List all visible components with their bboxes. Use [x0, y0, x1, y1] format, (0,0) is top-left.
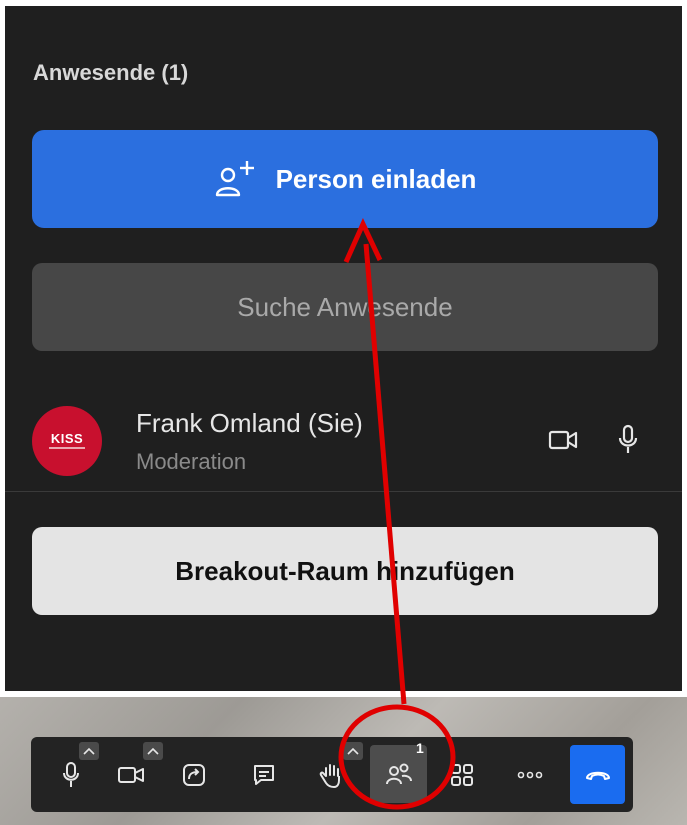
- toolbar-chat-button[interactable]: [238, 749, 290, 801]
- avatar-logo: KISS: [50, 430, 84, 446]
- participant-role: Moderation: [136, 449, 247, 474]
- participants-count-badge: 1: [416, 740, 424, 756]
- toolbar-more-button[interactable]: [504, 749, 556, 801]
- participant-name: Frank Omland (Sie): [136, 408, 363, 438]
- video-background: 1: [0, 697, 687, 825]
- chevron-up-icon: [347, 747, 359, 755]
- layout-grid-icon: [451, 764, 473, 786]
- panel-title: Anwesende (1): [33, 60, 189, 85]
- camera-options-caret[interactable]: [143, 742, 163, 760]
- invite-person-button[interactable]: Person einladen: [32, 130, 658, 228]
- raise-hand-icon: [319, 764, 340, 788]
- avatar: KISS: [32, 406, 102, 476]
- add-person-icon: [215, 161, 254, 197]
- invite-person-label: Person einladen: [275, 163, 477, 194]
- meeting-toolbar: 1: [31, 737, 633, 812]
- chevron-up-icon: [147, 747, 159, 755]
- participants-icon: [385, 763, 412, 785]
- share-screen-icon: [183, 764, 205, 786]
- end-call-icon: [585, 771, 610, 780]
- avatar-underline: [49, 446, 85, 449]
- microphone-icon: [63, 762, 79, 787]
- microphone-icon[interactable]: [617, 424, 639, 456]
- camera-icon[interactable]: [548, 429, 578, 451]
- participant-row[interactable]: KISS Frank Omland (Sie) Moderation: [5, 394, 682, 489]
- participants-panel: Anwesende (1) Person einladen KISS Frank…: [5, 6, 682, 691]
- reactions-options-caret[interactable]: [343, 742, 363, 760]
- toolbar-end-call-button[interactable]: [570, 745, 625, 804]
- more-icon: [517, 771, 543, 779]
- camera-icon: [118, 767, 144, 783]
- chevron-up-icon: [83, 747, 95, 755]
- add-breakout-room-button[interactable]: Breakout-Raum hinzufügen: [32, 527, 658, 615]
- chat-icon: [254, 765, 274, 785]
- toolbar-share-screen-button[interactable]: [168, 749, 220, 801]
- search-attendees-input[interactable]: [32, 263, 658, 351]
- mic-options-caret[interactable]: [79, 742, 99, 760]
- divider: [5, 491, 682, 492]
- toolbar-layout-button[interactable]: [436, 749, 488, 801]
